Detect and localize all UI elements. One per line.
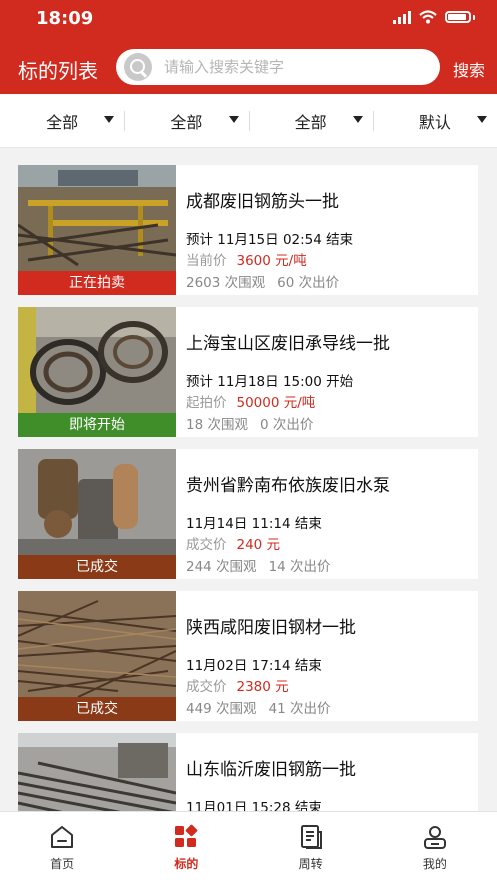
wifi-icon — [419, 10, 437, 24]
item-time: 11月02日 17:14 结束 — [186, 658, 322, 674]
battery-cap — [473, 14, 475, 20]
item-stats: 18 次围观 0 次出价 — [186, 413, 313, 433]
filter-label: 全部 — [294, 112, 327, 132]
dropdown-arrow-icon — [104, 116, 115, 123]
item-time: 预计 11月18日 15:00 开始 — [186, 374, 354, 390]
item-time: 11月14日 11:14 结束 — [186, 516, 322, 532]
view-count: 18 次围观 — [186, 417, 248, 433]
cellular-signal-icon — [393, 10, 411, 24]
home-icon — [51, 826, 74, 848]
status-icons — [393, 10, 475, 24]
status-bar: 18:09 — [0, 0, 497, 38]
item-title: 贵州省黔南布依族废旧水泵 — [186, 476, 390, 496]
status-badge: 已成交 — [18, 697, 176, 721]
item-stats: 2603 次围观 60 次出价 — [186, 271, 339, 291]
price-value: 240 元 — [236, 537, 281, 553]
bottom-tab-bar: 首页 标的 周转 我的 — [0, 811, 497, 883]
item-title: 成都废旧钢筋头一批 — [186, 192, 339, 212]
item-thumbnail — [18, 733, 176, 811]
auction-list-item[interactable]: 山东临沂废旧钢筋一批 11月01日 15:28 结束 — [18, 733, 478, 811]
status-time: 18:09 — [36, 8, 94, 29]
item-stats: 244 次围观 14 次出价 — [186, 555, 331, 575]
bid-count: 60 次出价 — [277, 275, 340, 291]
sort-label: 默认 — [418, 112, 451, 132]
item-time: 11月01日 15:28 结束 — [186, 800, 322, 811]
item-time: 预计 11月15日 02:54 结束 — [186, 232, 354, 248]
item-price-row: 当前价 3600 元/吨 — [186, 249, 307, 269]
item-thumbnail: 已成交 — [18, 449, 176, 579]
auction-list-item[interactable]: 即将开始 上海宝山区废旧承导线一批 预计 11月18日 15:00 开始 起拍价… — [18, 307, 478, 437]
auction-list: 正在拍卖 成都废旧钢筋头一批 预计 11月15日 02:54 结束 当前价 360… — [0, 148, 497, 811]
bid-count: 0 次出价 — [259, 417, 314, 433]
document-icon — [300, 825, 322, 849]
item-stats: 449 次围观 41 次出价 — [186, 697, 331, 717]
price-label: 起拍价 — [186, 395, 227, 411]
view-count: 2603 次围观 — [186, 275, 266, 291]
filter-bar: 全部 全部 全部 默认 — [0, 94, 497, 148]
filter-dropdown-1[interactable]: 全部 — [0, 94, 124, 147]
item-thumbnail: 正在拍卖 — [18, 165, 176, 295]
status-badge: 即将开始 — [18, 413, 176, 437]
item-title: 陕西咸阳废旧钢材一批 — [186, 618, 356, 638]
status-badge: 正在拍卖 — [18, 271, 176, 295]
filter-label: 全部 — [46, 112, 79, 132]
item-photo — [18, 591, 176, 697]
tab-home[interactable]: 首页 — [0, 812, 124, 883]
tab-profile[interactable]: 我的 — [373, 812, 497, 883]
user-icon — [423, 826, 446, 849]
grid-icon — [175, 824, 198, 847]
item-price-row: 起拍价 50000 元/吨 — [186, 391, 315, 411]
auction-list-item[interactable]: 正在拍卖 成都废旧钢筋头一批 预计 11月15日 02:54 结束 当前价 360… — [18, 165, 478, 295]
bid-count: 41 次出价 — [268, 701, 331, 717]
sort-dropdown[interactable]: 默认 — [372, 94, 497, 147]
price-value: 2380 元 — [236, 679, 289, 695]
top-nav-bar: 标的列表 搜索 — [0, 38, 497, 94]
item-photo — [18, 165, 176, 271]
search-input[interactable] — [162, 57, 426, 77]
price-label: 成交价 — [186, 537, 227, 553]
search-button[interactable]: 搜索 — [453, 57, 485, 81]
page-title: 标的列表 — [18, 59, 98, 83]
auction-list-item[interactable]: 已成交 陕西咸阳废旧钢材一批 11月02日 17:14 结束 成交价 2380 元… — [18, 591, 478, 721]
dropdown-arrow-icon — [228, 116, 239, 123]
item-photo — [18, 449, 176, 555]
item-title: 山东临沂废旧钢筋一批 — [186, 760, 356, 780]
item-price-row: 成交价 2380 元 — [186, 675, 289, 695]
auction-list-item[interactable]: 已成交 贵州省黔南布依族废旧水泵 11月14日 11:14 结束 成交价 240 … — [18, 449, 478, 579]
dropdown-arrow-icon — [477, 116, 487, 123]
tab-label: 周转 — [298, 857, 323, 871]
tab-label: 标的 — [174, 857, 199, 871]
view-count: 449 次围观 — [186, 701, 257, 717]
tab-label: 我的 — [422, 857, 447, 871]
dropdown-arrow-icon — [352, 116, 363, 123]
price-value: 3600 元/吨 — [236, 253, 307, 269]
tab-label: 首页 — [50, 857, 75, 871]
tab-listings[interactable]: 标的 — [124, 812, 248, 883]
bid-count: 14 次出价 — [268, 559, 331, 575]
view-count: 244 次围观 — [186, 559, 257, 575]
search-icon — [124, 53, 152, 81]
item-price-row: 成交价 240 元 — [186, 533, 280, 553]
item-photo — [18, 733, 176, 811]
search-box[interactable] — [116, 49, 440, 85]
battery-icon — [445, 11, 471, 23]
item-thumbnail: 已成交 — [18, 591, 176, 721]
filter-dropdown-2[interactable]: 全部 — [124, 94, 248, 147]
status-badge: 已成交 — [18, 555, 176, 579]
tab-turnover[interactable]: 周转 — [249, 812, 373, 883]
item-thumbnail: 即将开始 — [18, 307, 176, 437]
price-label: 成交价 — [186, 679, 227, 695]
price-value: 50000 元/吨 — [236, 395, 316, 411]
filter-label: 全部 — [170, 112, 203, 132]
item-photo — [18, 307, 176, 413]
filter-dropdown-3[interactable]: 全部 — [248, 94, 373, 147]
item-title: 上海宝山区废旧承导线一批 — [186, 334, 390, 354]
price-label: 当前价 — [186, 253, 227, 269]
